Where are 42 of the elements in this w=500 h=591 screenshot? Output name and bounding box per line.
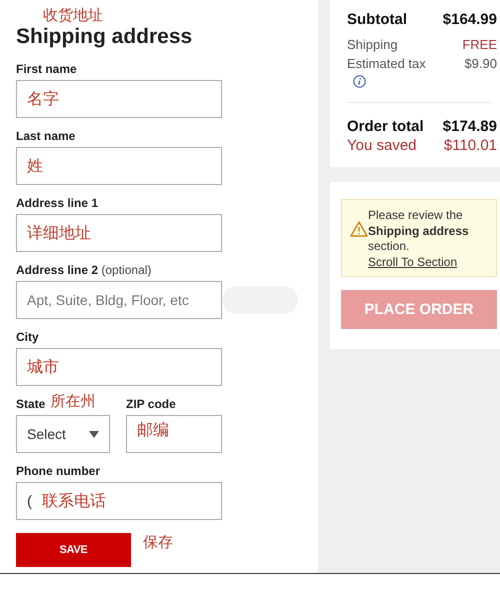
field-label: Phone number [16, 464, 100, 478]
annotation-text: 姓 [27, 156, 43, 176]
summary-value: $9.90 [464, 55, 497, 73]
annotation-text: 保存 [143, 533, 173, 552]
annotation-text: 所在州 [50, 393, 96, 411]
summary-value: $110.01 [444, 136, 497, 155]
input-field[interactable]: 详细地址 [16, 214, 222, 252]
annotation-text: 联系电话 [42, 492, 106, 512]
field-label: State [16, 397, 46, 411]
field-label: Address line 1 [16, 196, 98, 210]
field-label: ZIP code [126, 397, 176, 411]
summary-label: Order total [347, 117, 424, 136]
annotation-text: 邮编 [137, 420, 169, 441]
state-select[interactable]: Select [16, 415, 110, 453]
summary-value: $174.89 [442, 117, 497, 136]
summary-label: You saved [347, 136, 417, 155]
field-label: Last name [16, 129, 76, 143]
field-label: Address line 2 (optional) [16, 263, 152, 277]
save-button[interactable]: SAVE [16, 533, 131, 567]
annotation-text: 名字 [27, 90, 59, 110]
field-label: First name [16, 62, 77, 76]
caret-icon [89, 430, 99, 438]
section-title: Shipping address [16, 25, 194, 49]
input-field[interactable]: 名字 [16, 80, 222, 118]
scroll-link[interactable]: Scroll To Section [368, 254, 458, 268]
warning-icon [350, 221, 368, 237]
field-label: City [16, 330, 39, 344]
notice-text: Please review the Shipping address section. Scroll To Section [368, 208, 470, 270]
input-field[interactable]: ( 联系电话 [16, 482, 222, 520]
summary-label: Shipping [347, 36, 398, 54]
annotation-text: 城市 [27, 358, 59, 378]
info-icon[interactable] [353, 75, 366, 88]
summary-label: Estimated tax [347, 55, 426, 73]
annotation-text: 详细地址 [27, 224, 91, 244]
input-field[interactable]: 姓 [16, 147, 222, 185]
input-field[interactable]: Apt, Suite, Bldg, Floor, etc [16, 281, 222, 319]
input-field[interactable]: 邮编 [126, 415, 222, 453]
summary-label: Subtotal [347, 10, 407, 29]
summary-value: FREE [462, 36, 497, 54]
input-field[interactable]: 城市 [16, 348, 222, 386]
summary-value: $164.99 [442, 10, 497, 29]
annotation-text: 收货地址 [43, 7, 103, 25]
